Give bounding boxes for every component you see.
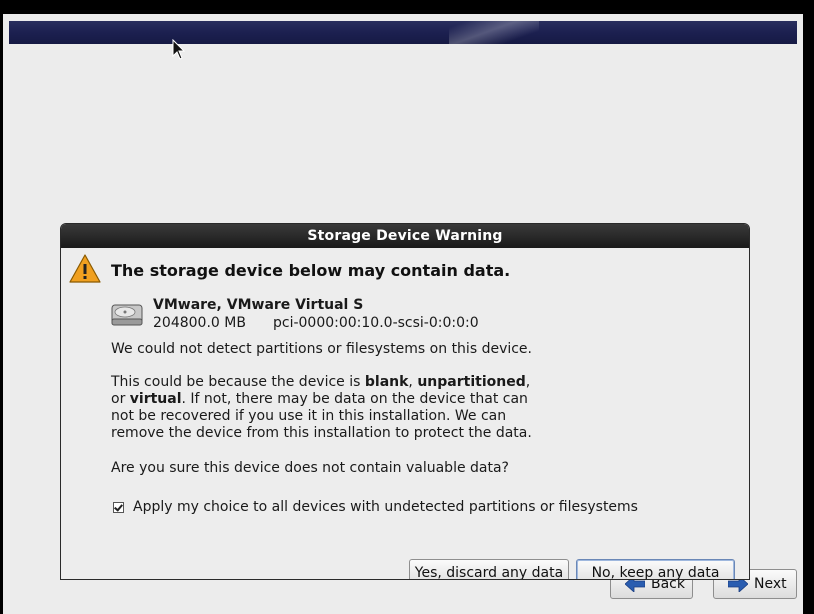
device-path: pci-0000:00:10.0-scsi-0:0:0:0 [273, 315, 479, 331]
explanation-text: or [111, 391, 130, 407]
separator-text: , [525, 374, 531, 390]
virtual-term: virtual [129, 391, 182, 407]
header-banner [9, 21, 797, 44]
explanation-text: This could be because the device is [111, 374, 365, 390]
no-partitions-message: We could not detect partitions or filesy… [111, 341, 532, 357]
device-size: 204800.0 MB [153, 315, 246, 331]
next-label: Next [754, 576, 787, 592]
apply-all-checkbox[interactable] [113, 501, 124, 513]
hard-disk-icon [111, 304, 143, 326]
separator-text: , [408, 374, 418, 390]
storage-warning-dialog: Storage Device Warning The storage devic… [60, 223, 750, 580]
device-name: VMware, VMware Virtual S [153, 297, 364, 313]
explanation-message: This could be because the device is blan… [111, 374, 541, 442]
apply-all-label[interactable]: Apply my choice to all devices with unde… [133, 499, 638, 515]
dialog-title: Storage Device Warning [61, 224, 749, 248]
apply-all-option[interactable]: Apply my choice to all devices with unde… [113, 499, 638, 515]
mouse-pointer-icon [172, 39, 186, 60]
dialog-headline: The storage device below may contain dat… [111, 261, 511, 280]
keep-data-button[interactable]: No, keep any data [576, 559, 735, 579]
warning-icon [69, 254, 101, 283]
confirmation-question: Are you sure this device does not contai… [111, 460, 509, 476]
discard-data-button[interactable]: Yes, discard any data [409, 559, 569, 579]
unpartitioned-term: unpartitioned [417, 374, 526, 390]
dialog-content: The storage device below may contain dat… [61, 248, 749, 579]
blank-term: blank [364, 374, 409, 390]
